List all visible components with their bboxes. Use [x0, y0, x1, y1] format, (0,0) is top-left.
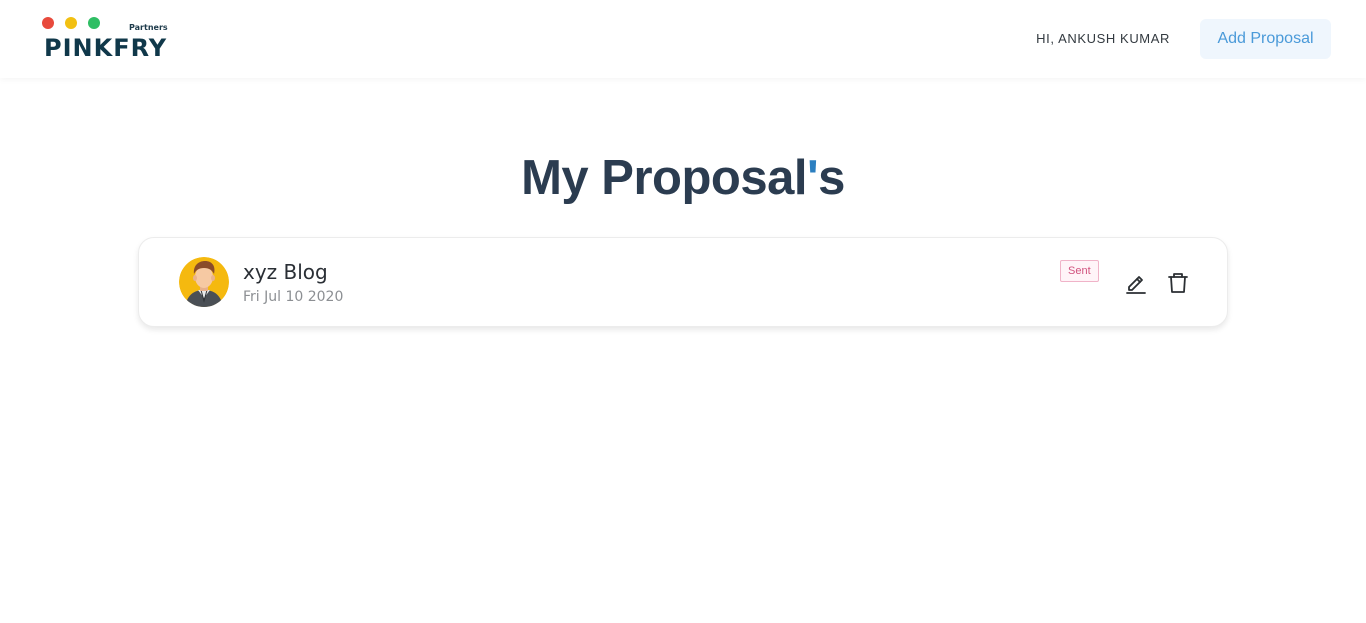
logo-wordmark: PINKFRY: [44, 34, 168, 62]
page-title-main: My Proposal: [521, 151, 807, 205]
proposal-card[interactable]: xyz Blog Fri Jul 10 2020 Sent: [138, 237, 1228, 327]
trash-icon[interactable]: [1166, 271, 1190, 295]
logo-green-dot: [88, 17, 100, 29]
pinkfry-logo[interactable]: Partners PINKFRY: [42, 14, 182, 66]
edit-icon[interactable]: [1124, 271, 1148, 295]
status-badge: Sent: [1060, 260, 1099, 282]
page-title-apostrophe: ': [806, 151, 819, 205]
user-greeting[interactable]: HI, ANKUSH KUMAR: [1036, 31, 1170, 46]
proposal-date: Fri Jul 10 2020: [243, 289, 344, 305]
logo-tagline: Partners: [129, 23, 168, 32]
top-navbar: Partners PINKFRY HI, ANKUSH KUMAR Add Pr…: [0, 0, 1366, 78]
page-title-suffix: s: [818, 151, 845, 205]
add-proposal-button[interactable]: Add Proposal: [1200, 19, 1331, 59]
logo-yellow-dot: [65, 17, 77, 29]
proposal-title[interactable]: xyz Blog: [243, 260, 328, 284]
page-title: My Proposal's: [0, 150, 1366, 206]
logo-red-dot: [42, 17, 54, 29]
person-avatar-icon: [179, 257, 229, 307]
